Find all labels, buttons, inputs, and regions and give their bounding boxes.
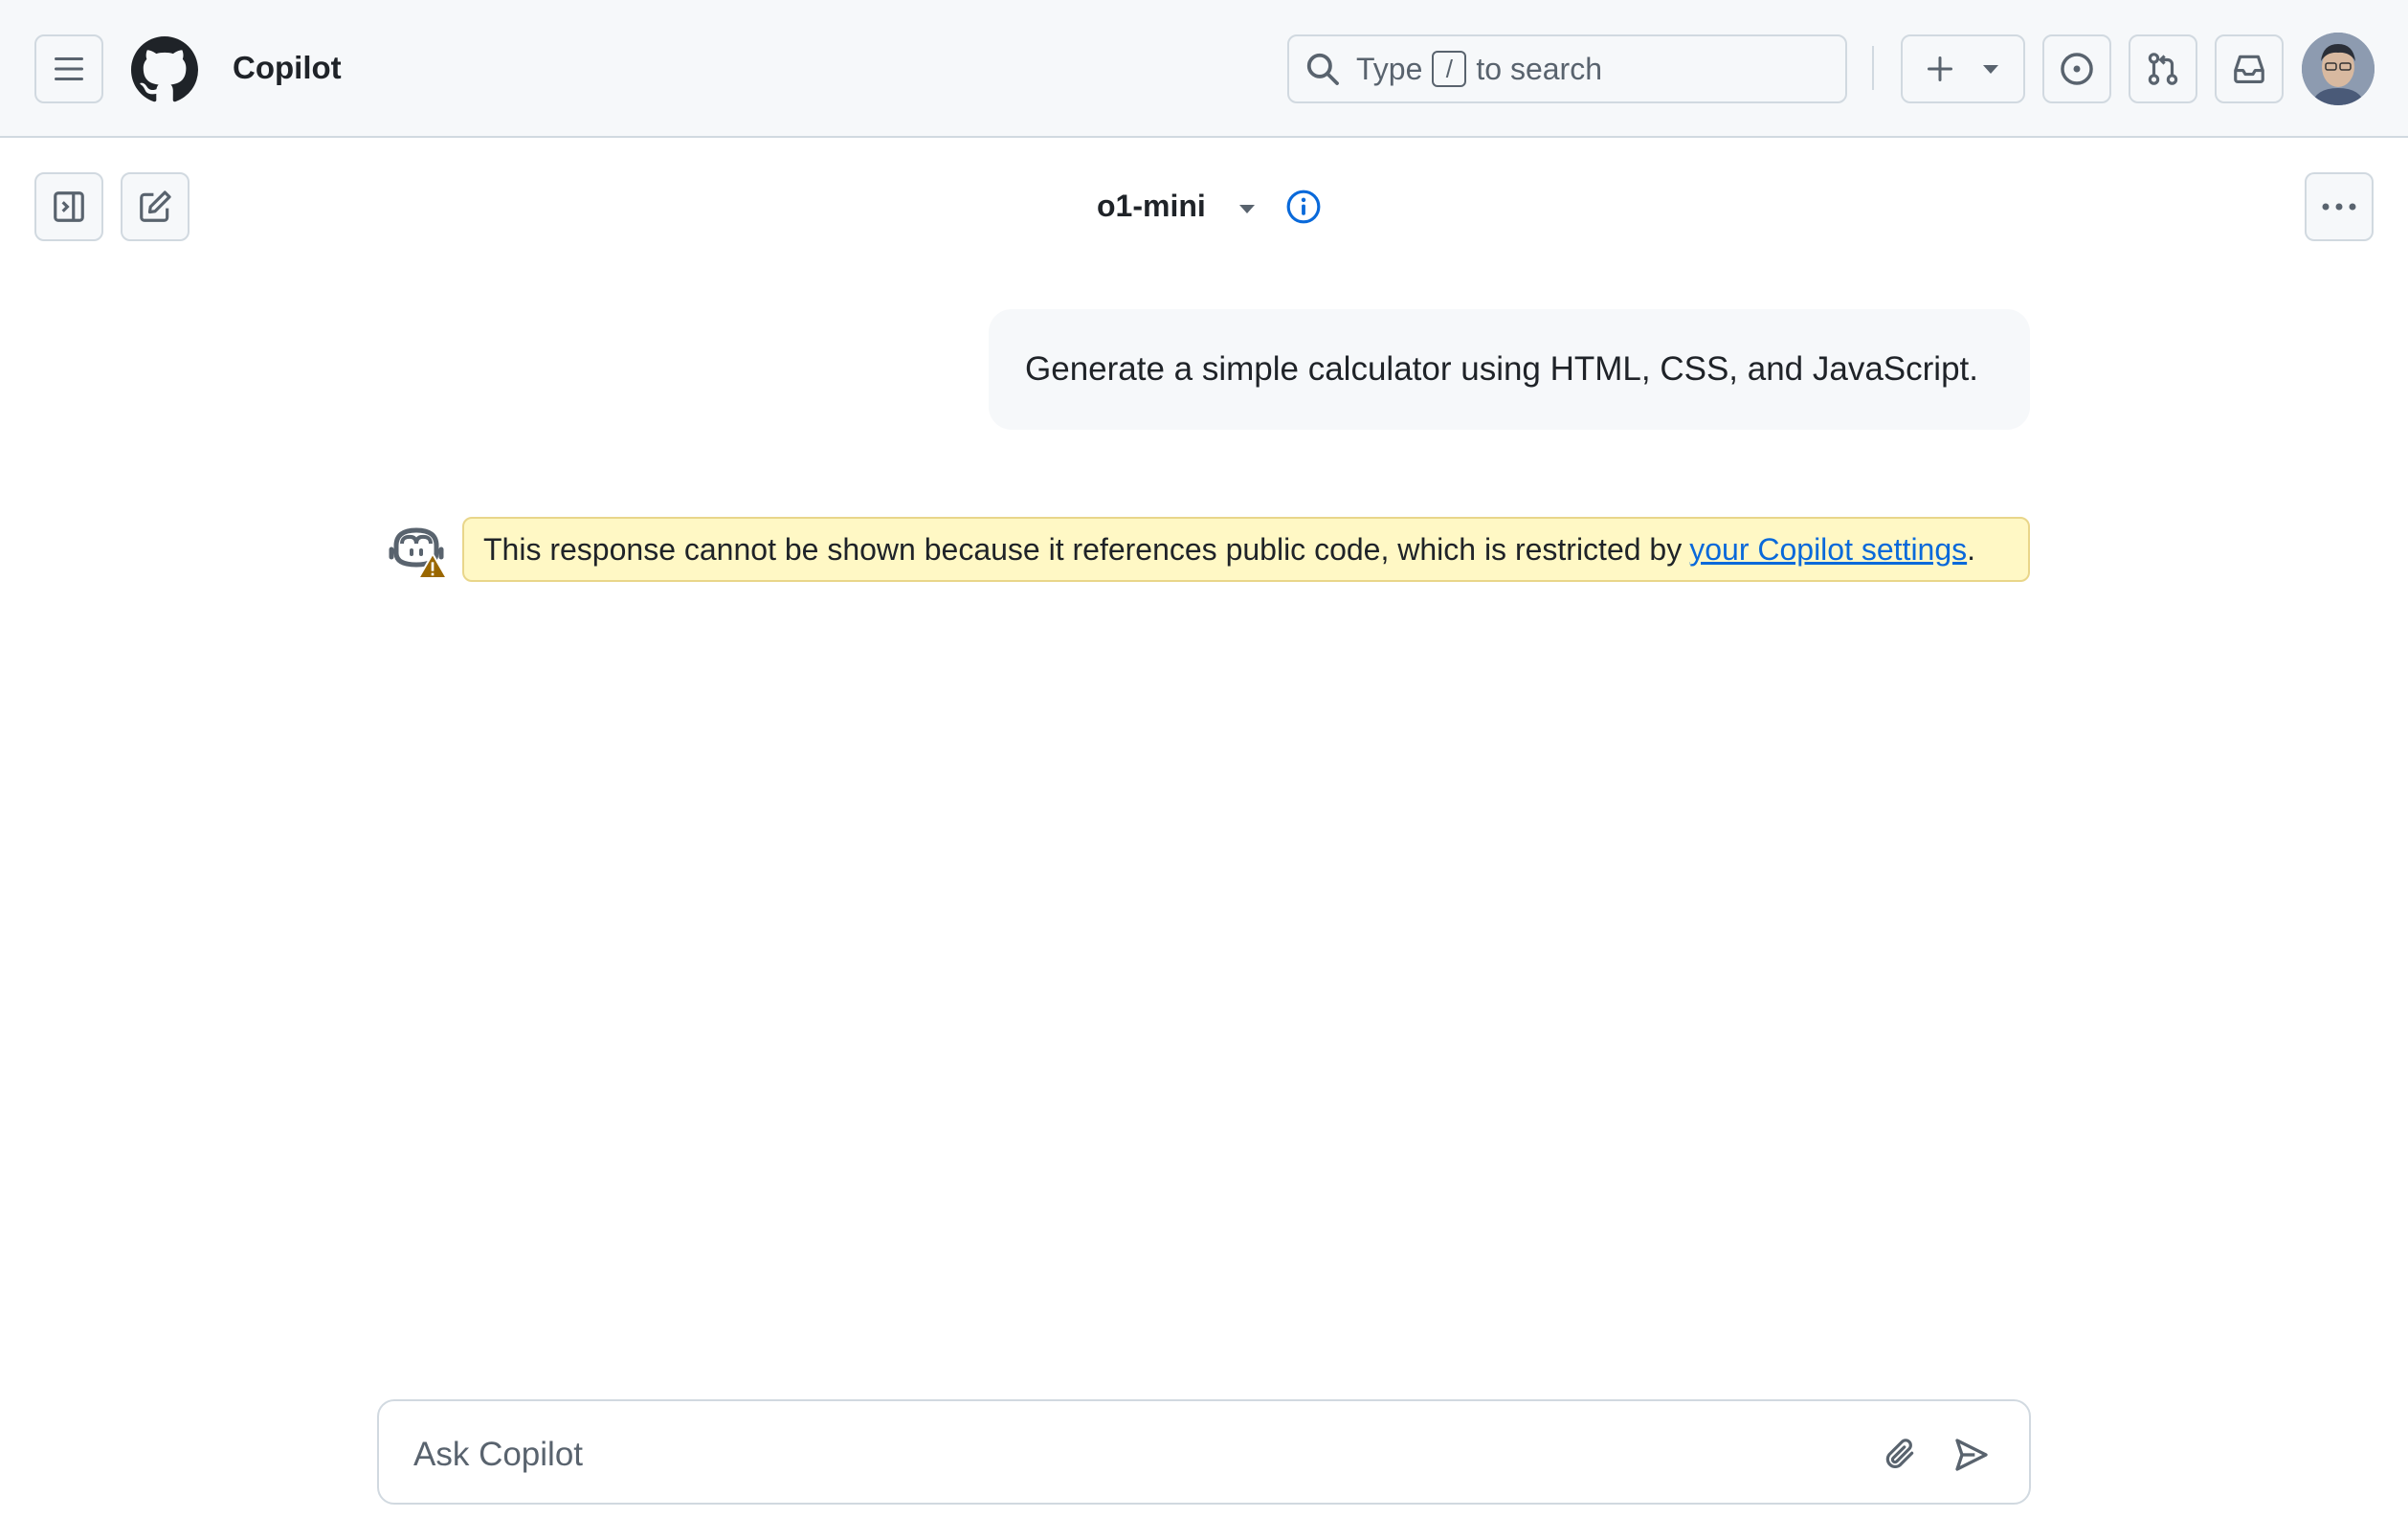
page-title: Copilot <box>233 50 342 85</box>
issues-button[interactable] <box>2042 34 2111 103</box>
search-input[interactable]: Type / to search <box>1287 34 1847 103</box>
avatar[interactable] <box>2302 33 2375 105</box>
alert-icon <box>417 552 448 579</box>
inbox-icon <box>2234 55 2264 84</box>
user-message-text: Generate a simple calculator using HTML,… <box>1025 350 1978 388</box>
header-divider <box>1872 46 1874 90</box>
issue-icon <box>2061 53 2093 85</box>
sidebar-toggle-icon <box>54 191 84 222</box>
warning-period: . <box>1967 531 1976 567</box>
paperclip-icon[interactable] <box>1882 1436 1918 1472</box>
warning-banner: This response cannot be shown because it… <box>462 517 2030 582</box>
triangle-down-icon <box>1238 204 1255 213</box>
inbox-button[interactable] <box>2215 34 2284 103</box>
more-options-button[interactable] <box>2305 172 2374 241</box>
search-shortcut-key: / <box>1432 51 1467 87</box>
create-new-button[interactable] <box>1901 34 2025 103</box>
info-icon[interactable] <box>1285 189 1322 225</box>
triangle-down-icon <box>1983 65 1998 74</box>
github-logo-icon[interactable] <box>131 36 198 103</box>
search-prefix: Type <box>1356 51 1423 86</box>
user-message: Generate a simple calculator using HTML,… <box>989 309 2030 430</box>
kebab-icon <box>2322 203 2356 211</box>
copilot-settings-link[interactable]: your Copilot settings <box>1689 532 1967 568</box>
top-bar: Copilot Type / to search <box>0 0 2408 138</box>
model-name: o1-mini <box>1097 189 1206 223</box>
pull-requests-button[interactable] <box>2129 34 2197 103</box>
toggle-sidebar-button[interactable] <box>34 172 103 241</box>
warning-text: This response cannot be shown because it… <box>483 531 1683 567</box>
send-icon[interactable] <box>1952 1436 1991 1474</box>
search-icon <box>1306 53 1339 85</box>
search-suffix: to search <box>1476 51 1602 86</box>
composer-placeholder: Ask Copilot <box>413 1436 584 1473</box>
new-chat-icon <box>140 190 171 222</box>
new-chat-button[interactable] <box>121 172 190 241</box>
menu-icon <box>55 57 83 80</box>
user-avatar-icon <box>2302 33 2375 105</box>
menu-button[interactable] <box>34 34 103 103</box>
model-picker[interactable]: o1-mini <box>1097 189 1257 224</box>
plus-icon <box>1928 56 1952 81</box>
chat-composer[interactable]: Ask Copilot <box>377 1399 2031 1505</box>
pull-request-icon <box>2148 53 2178 85</box>
